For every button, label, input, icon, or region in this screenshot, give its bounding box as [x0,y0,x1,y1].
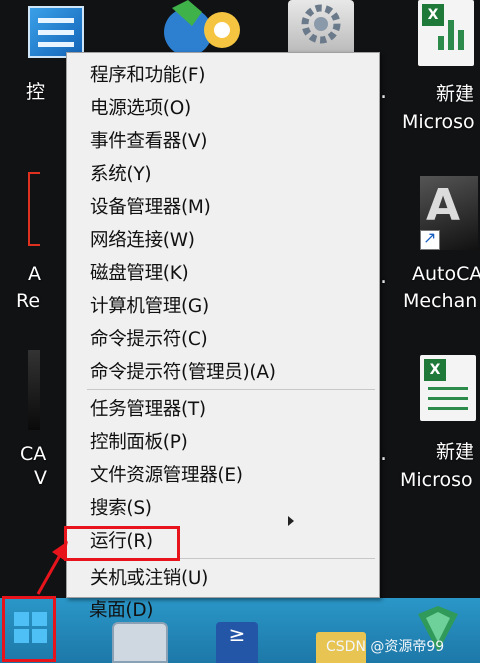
shortcut-arrow-icon [420,228,440,250]
menu-item-device-manager[interactable]: 设备管理器(M) [90,197,211,219]
powershell-icon[interactable]: ≥ [216,622,258,663]
cad-file-icon[interactable] [28,172,40,246]
excel-file-icon[interactable]: X [418,0,474,66]
menu-separator [87,389,375,390]
desktop-dot: . [380,441,387,466]
desktop-dot: . [380,79,387,104]
menu-item-task-manager[interactable]: 任务管理器(T) [90,399,206,421]
desktop-icon-label: 控 [26,81,46,103]
menu-item-command-prompt[interactable]: 命令提示符(C) [90,329,208,351]
desktop-icon-label: 新建 [436,441,475,463]
desktop-icon-label: A [28,263,41,285]
menu-item-power-options[interactable]: 电源选项(O) [90,98,191,120]
chevron-right-icon [288,516,294,526]
menu-item-desktop[interactable]: 桌面(D) [89,600,153,622]
context-menu: 程序和功能(F) 电源选项(O) 事件查看器(V) 系统(Y) 设备管理器(M)… [66,52,380,598]
briefcase-icon[interactable] [112,622,168,663]
desktop-icon-label: V [34,467,47,489]
menu-item-search[interactable]: 搜索(S) [90,498,152,520]
control-panel-icon[interactable] [28,6,84,58]
watermark: CSDN @资源帝99 [326,639,445,655]
network-icon[interactable] [158,0,244,56]
desktop-icon-label: Mechan [403,290,478,312]
menu-item-command-prompt-admin[interactable]: 命令提示符(管理员)(A) [90,362,276,384]
desktop-icon-label: 新建 [436,83,475,105]
autocad-icon[interactable]: A [420,176,478,250]
settings-gear-icon[interactable] [288,0,354,56]
excel-file-icon[interactable]: X [420,355,476,421]
start-highlight-box [2,596,56,662]
menu-item-network-connections[interactable]: 网络连接(W) [90,230,195,252]
run-highlight-box [64,526,180,561]
desktop-icon-label: AutoCA [412,263,480,285]
menu-item-computer-management[interactable]: 计算机管理(G) [90,296,209,318]
desktop-icon-label: CA [20,443,47,465]
desktop-icon-label: Microso [400,469,473,491]
menu-item-disk-management[interactable]: 磁盘管理(K) [90,263,189,285]
desktop-dot: . [380,264,387,289]
desktop-icon-label: Re [16,290,41,312]
cad-viewer-icon[interactable] [28,350,40,430]
menu-item-programs-features[interactable]: 程序和功能(F) [90,65,205,87]
desktop-icon-label: Microso [402,111,475,133]
menu-item-control-panel[interactable]: 控制面板(P) [90,432,188,454]
menu-item-file-explorer[interactable]: 文件资源管理器(E) [90,465,243,487]
menu-item-shutdown-signout[interactable]: 关机或注销(U) [90,568,208,590]
menu-item-system[interactable]: 系统(Y) [90,164,152,186]
menu-item-event-viewer[interactable]: 事件查看器(V) [90,131,208,153]
